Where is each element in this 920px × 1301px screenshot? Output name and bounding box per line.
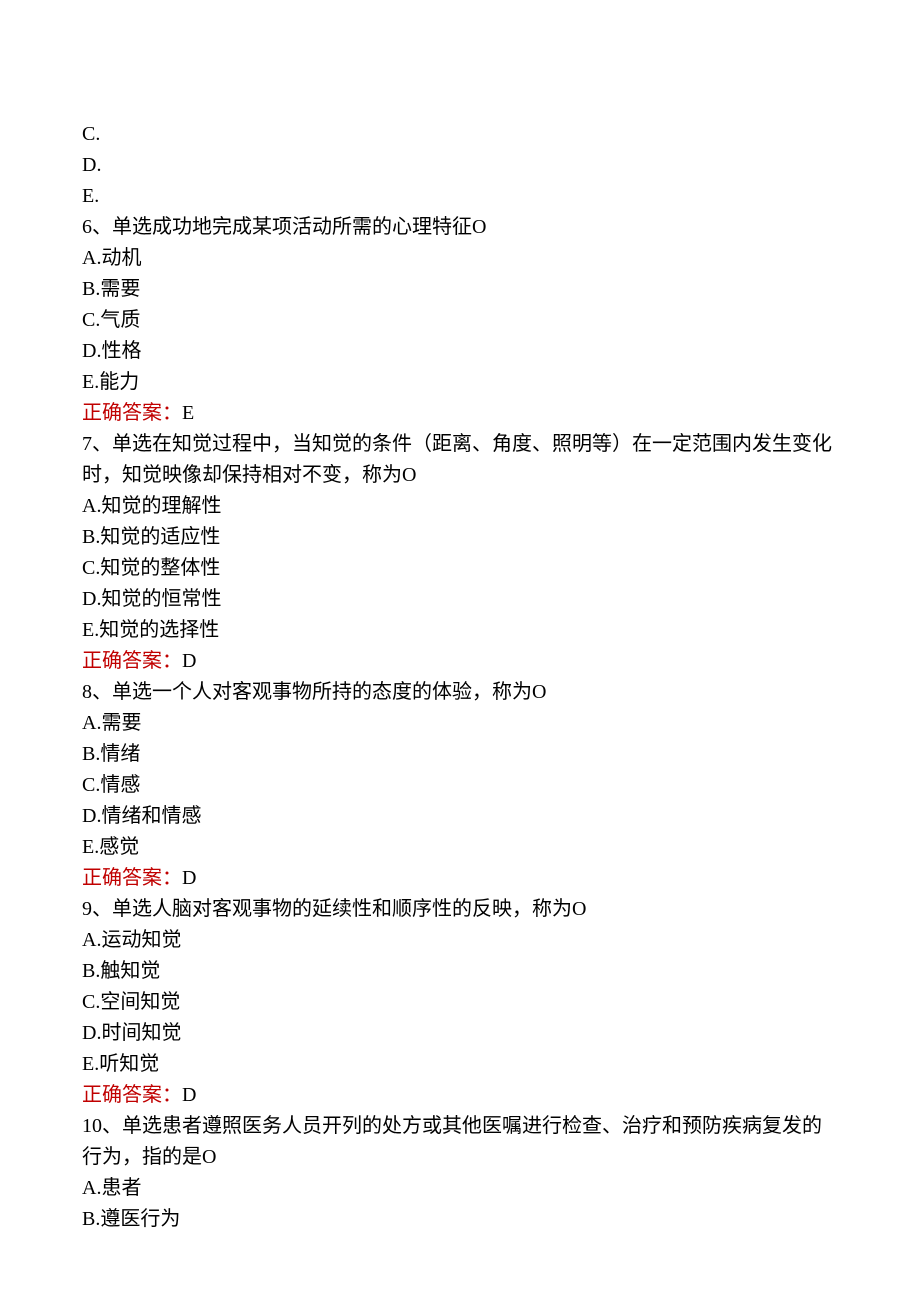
q7-option-c: C.知觉的整体性 — [82, 553, 838, 584]
q10-option-b: B.遵医行为 — [82, 1204, 838, 1235]
question-10: 10、单选患者遵照医务人员开列的处方或其他医嘱进行检查、治疗和预防疾病复发的行为… — [82, 1111, 838, 1173]
q8-answer: 正确答案：D — [82, 863, 838, 894]
answer-value: D — [182, 867, 196, 889]
question-6: 6、单选成功地完成某项活动所需的心理特征O — [82, 212, 838, 243]
option-c: C. — [82, 119, 838, 150]
q8-option-a: A.需要 — [82, 708, 838, 739]
q9-option-d: D.时间知觉 — [82, 1018, 838, 1049]
q6-option-e: E.能力 — [82, 367, 838, 398]
answer-value: E — [182, 402, 194, 424]
q8-option-b: B.情绪 — [82, 739, 838, 770]
q9-option-a: A.运动知觉 — [82, 925, 838, 956]
q7-answer: 正确答案：D — [82, 646, 838, 677]
q7-option-d: D.知觉的恒常性 — [82, 584, 838, 615]
q9-answer: 正确答案：D — [82, 1080, 838, 1111]
answer-value: D — [182, 1084, 196, 1106]
q10-option-a: A.患者 — [82, 1173, 838, 1204]
q7-option-a: A.知觉的理解性 — [82, 491, 838, 522]
answer-label: 正确答案： — [82, 1084, 182, 1106]
q9-option-b: B.触知觉 — [82, 956, 838, 987]
answer-value: D — [182, 650, 196, 672]
answer-label: 正确答案： — [82, 867, 182, 889]
option-e: E. — [82, 181, 838, 212]
question-8: 8、单选一个人对客观事物所持的态度的体验，称为O — [82, 677, 838, 708]
q7-option-e: E.知觉的选择性 — [82, 615, 838, 646]
answer-label: 正确答案： — [82, 402, 182, 424]
q6-option-b: B.需要 — [82, 274, 838, 305]
q8-option-d: D.情绪和情感 — [82, 801, 838, 832]
question-9: 9、单选人脑对客观事物的延续性和顺序性的反映，称为O — [82, 894, 838, 925]
q6-option-c: C.气质 — [82, 305, 838, 336]
answer-label: 正确答案： — [82, 650, 182, 672]
q7-option-b: B.知觉的适应性 — [82, 522, 838, 553]
option-d: D. — [82, 150, 838, 181]
q6-option-d: D.性格 — [82, 336, 838, 367]
q9-option-e: E.听知觉 — [82, 1049, 838, 1080]
q8-option-e: E.感觉 — [82, 832, 838, 863]
q8-option-c: C.情感 — [82, 770, 838, 801]
q6-option-a: A.动机 — [82, 243, 838, 274]
q9-option-c: C.空间知觉 — [82, 987, 838, 1018]
question-7: 7、单选在知觉过程中，当知觉的条件（距离、角度、照明等）在一定范围内发生变化时，… — [82, 429, 838, 491]
q6-answer: 正确答案：E — [82, 398, 838, 429]
